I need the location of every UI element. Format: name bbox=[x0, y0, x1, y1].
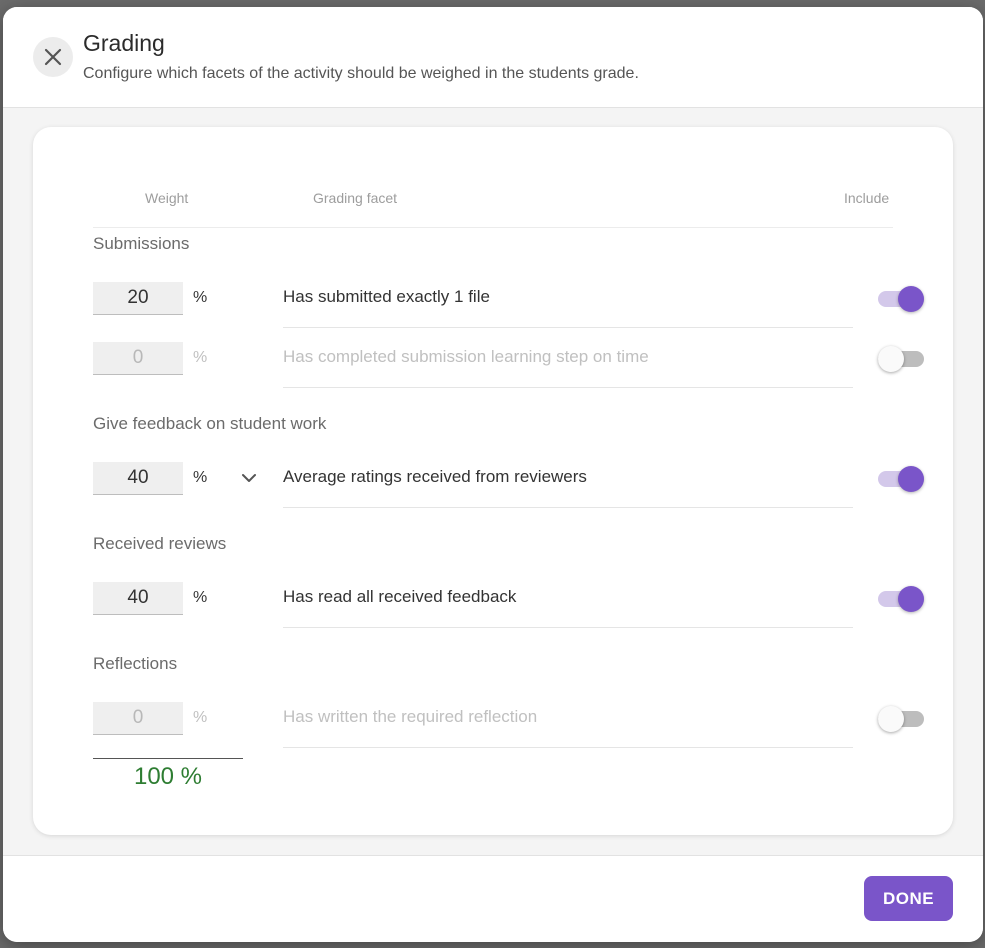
row-divider bbox=[283, 627, 853, 628]
toggle-knob bbox=[878, 706, 904, 732]
facet-label: Has read all received feedback bbox=[283, 587, 517, 606]
facet-label: Has submitted exactly 1 file bbox=[283, 287, 490, 306]
percent-label: % bbox=[193, 709, 208, 726]
dialog-footer: DONE bbox=[3, 856, 983, 942]
grading-card: Weight Grading facet Include Submissions… bbox=[33, 127, 953, 835]
section-title-submissions: Submissions bbox=[93, 234, 190, 253]
grading-row: 0 % Has completed submission learning st… bbox=[33, 337, 953, 397]
column-header-weight: Weight bbox=[145, 190, 189, 206]
facet-label: Has written the required reflection bbox=[283, 707, 538, 726]
weight-input[interactable]: 40 bbox=[93, 462, 183, 495]
facet-label: Has completed submission learning step o… bbox=[283, 347, 649, 366]
percent-label: % bbox=[193, 589, 208, 606]
toggle-knob bbox=[878, 346, 904, 372]
percent-label: % bbox=[193, 289, 208, 306]
grading-row: 0 % Has written the required reflection bbox=[33, 697, 953, 757]
weight-input[interactable]: 0 bbox=[93, 342, 183, 375]
include-toggle[interactable] bbox=[878, 346, 924, 372]
facet-label: Average ratings received from reviewers bbox=[283, 467, 587, 486]
include-toggle[interactable] bbox=[878, 706, 924, 732]
weight-input[interactable]: 40 bbox=[93, 582, 183, 615]
percent-label: % bbox=[193, 469, 208, 486]
grading-row: 20 % Has submitted exactly 1 file bbox=[33, 277, 953, 337]
dialog-subtitle: Configure which facets of the activity s… bbox=[83, 65, 639, 82]
row-divider bbox=[283, 387, 853, 388]
grading-row: 40 % Has read all received feedback bbox=[33, 577, 953, 637]
grading-dialog: Grading Configure which facets of the ac… bbox=[3, 7, 983, 942]
toggle-knob bbox=[898, 466, 924, 492]
chevron-down-icon[interactable] bbox=[238, 467, 260, 489]
toggle-knob bbox=[898, 586, 924, 612]
total-divider bbox=[93, 758, 243, 759]
weight-input[interactable]: 20 bbox=[93, 282, 183, 315]
section-title-received-reviews: Received reviews bbox=[93, 534, 227, 553]
percent-label: % bbox=[193, 349, 208, 366]
close-icon bbox=[44, 48, 62, 66]
weight-input[interactable]: 0 bbox=[93, 702, 183, 735]
section-title-reflections: Reflections bbox=[93, 654, 178, 673]
row-divider bbox=[283, 327, 853, 328]
include-toggle[interactable] bbox=[878, 286, 924, 312]
header-divider bbox=[93, 227, 893, 228]
column-header-include: Include bbox=[844, 190, 890, 206]
total-weight: 100 % bbox=[133, 763, 203, 790]
section-title-give-feedback: Give feedback on student work bbox=[93, 414, 327, 433]
close-button[interactable] bbox=[33, 37, 73, 77]
dialog-header: Grading Configure which facets of the ac… bbox=[3, 7, 983, 108]
include-toggle[interactable] bbox=[878, 466, 924, 492]
done-button[interactable]: DONE bbox=[864, 876, 953, 921]
dialog-title: Grading bbox=[83, 30, 165, 56]
grading-row: 40 % Average ratings received from revie… bbox=[33, 457, 953, 517]
toggle-knob bbox=[898, 286, 924, 312]
include-toggle[interactable] bbox=[878, 586, 924, 612]
column-header-facet: Grading facet bbox=[313, 190, 398, 206]
row-divider bbox=[283, 507, 853, 508]
row-divider bbox=[283, 747, 853, 748]
